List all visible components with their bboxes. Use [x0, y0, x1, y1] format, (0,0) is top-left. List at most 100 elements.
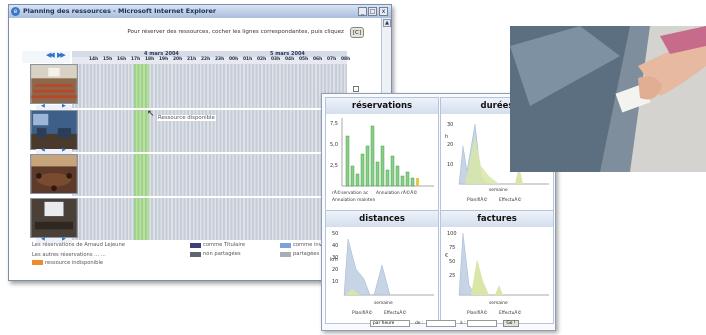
- bar: [390, 155, 395, 187]
- y-label: €: [445, 253, 448, 259]
- y-tick: 20: [447, 142, 453, 148]
- chart-title: factures: [441, 211, 553, 227]
- legend-item: Annulation mainten: [332, 198, 376, 203]
- y-tick: 50: [449, 259, 455, 265]
- go-button[interactable]: Go !: [503, 320, 519, 327]
- access-card-photo: [510, 26, 706, 172]
- hour-label: 03h: [271, 57, 281, 62]
- room-thumbnail-projection-room[interactable]: [30, 198, 78, 238]
- room-thumbnail-auditorium[interactable]: [30, 64, 78, 104]
- hour-label: 15h: [103, 57, 113, 62]
- chart-reservations: réservations 7,5 5,0 2,5 rÃ©servation ac…: [325, 97, 439, 211]
- row-prev-icon[interactable]: ◀: [41, 147, 45, 153]
- chart-factures: factures 100 75 50 25 € semaine PlanifiÃ…: [440, 210, 554, 324]
- row-next-icon[interactable]: ▶: [62, 147, 66, 153]
- legend-unavailable: ressource indisponible: [45, 260, 104, 266]
- area-planifie: [373, 264, 391, 296]
- legend-item: EffectuÃ©: [499, 198, 522, 203]
- y-tick: 7,5: [330, 121, 338, 127]
- row-controls: ◀ ▶: [36, 103, 72, 110]
- ie-icon: e: [11, 7, 20, 16]
- bar: [405, 171, 410, 187]
- hour-label: 22h: [201, 57, 211, 62]
- area-effectue: [495, 285, 503, 295]
- bar: [365, 145, 370, 187]
- hour-label: 08h: [341, 57, 351, 62]
- hour-label: 16h: [117, 57, 127, 62]
- y-label: h: [445, 134, 448, 140]
- y-label: km: [330, 257, 338, 263]
- bar: [355, 173, 360, 187]
- row-divider: [72, 196, 347, 198]
- row-checkbox[interactable]: [353, 86, 359, 92]
- legend-own-reservations: Les réservations de Arnaud Lejeune: [32, 242, 125, 248]
- bar: [370, 125, 375, 187]
- y-tick: 2,5: [330, 163, 338, 169]
- room-thumbnail-lounge[interactable]: [30, 110, 78, 150]
- hour-label: 23h: [215, 57, 225, 62]
- row-divider: [72, 108, 347, 110]
- legend-item: Annulation rÃ©Ã©: [376, 191, 418, 196]
- x-axis-label: semaine: [489, 301, 508, 306]
- to-date-input[interactable]: [467, 320, 497, 327]
- reserve-ok-button[interactable]: [C]: [350, 27, 364, 38]
- hour-label: 00h: [229, 57, 239, 62]
- minimize-button[interactable]: _: [358, 7, 367, 16]
- chart-title: distances: [326, 211, 438, 227]
- from-date-input[interactable]: [426, 320, 456, 327]
- row-controls: ◀ ▶: [36, 147, 72, 154]
- y-tick: 10: [332, 279, 338, 285]
- swatch-non-partagees: [190, 252, 201, 257]
- close-button[interactable]: x: [379, 7, 388, 16]
- legend-other-reservations: Les autres réservations ... ...: [32, 252, 106, 258]
- bar: [395, 165, 400, 187]
- hour-label: 05h: [299, 57, 309, 62]
- y-tick: 10: [447, 162, 453, 168]
- legend-item: PlanifiÃ©: [352, 311, 373, 316]
- y-tick: 25: [449, 273, 455, 279]
- x-axis-label: semaine: [489, 188, 508, 193]
- prev-period-icon[interactable]: ◀◀: [46, 51, 55, 59]
- hour-header: 14h 15h 16h 17h 18h 19h 20h 21h 22h 23h …: [72, 57, 351, 64]
- legend-non-partagees: non partagées: [203, 251, 241, 257]
- y-tick: 75: [449, 245, 455, 251]
- reservations-bar-chart: 7,5 5,0 2,5: [330, 118, 434, 187]
- room-thumbnail-meeting-room[interactable]: [30, 154, 78, 194]
- x-axis-label: semaine: [374, 301, 393, 306]
- bar: [400, 175, 405, 187]
- to-label: à :: [460, 321, 466, 326]
- hour-label: 04h: [285, 57, 295, 62]
- swatch-titulaire: [190, 243, 201, 248]
- bar: [375, 161, 380, 187]
- row-divider: [72, 152, 347, 154]
- bar: [410, 177, 415, 187]
- legend-partagees: partagées: [293, 251, 320, 257]
- swatch-invite: [280, 243, 291, 248]
- chart-title: réservations: [326, 98, 438, 114]
- y-tick: 20: [332, 267, 338, 273]
- bar: [360, 153, 365, 187]
- period-select[interactable]: par heure: [370, 320, 410, 327]
- maximize-button[interactable]: □: [368, 7, 377, 16]
- legend-item: EffectuÃ©: [499, 311, 522, 316]
- factures-area-chart: 100 75 50 25 €: [445, 231, 549, 296]
- hour-label: 07h: [327, 57, 337, 62]
- legend-item: PlanifiÃ©: [467, 198, 488, 203]
- swatch-partagees: [280, 252, 291, 257]
- legend-item: rÃ©servation ac: [332, 191, 369, 196]
- row-next-icon[interactable]: ▶: [62, 103, 66, 109]
- y-tick: 5,0: [330, 142, 338, 148]
- scroll-up-icon[interactable]: ▲: [383, 19, 391, 27]
- next-period-icon[interactable]: ▶▶: [57, 51, 66, 59]
- distances-area-chart: 50 40 30 20 10 km: [330, 231, 434, 296]
- y-tick: 100: [447, 231, 457, 237]
- legend-item: EffectuÃ©: [384, 311, 407, 316]
- bar: [345, 135, 350, 187]
- bar: [385, 169, 390, 187]
- hour-label: 01h: [243, 57, 253, 62]
- hour-label: 02h: [257, 57, 267, 62]
- instruction-text: Pour réserver des ressources, cocher les…: [127, 29, 344, 35]
- hour-label: 14h: [89, 57, 99, 62]
- hour-label: 06h: [313, 57, 323, 62]
- row-prev-icon[interactable]: ◀: [41, 103, 45, 109]
